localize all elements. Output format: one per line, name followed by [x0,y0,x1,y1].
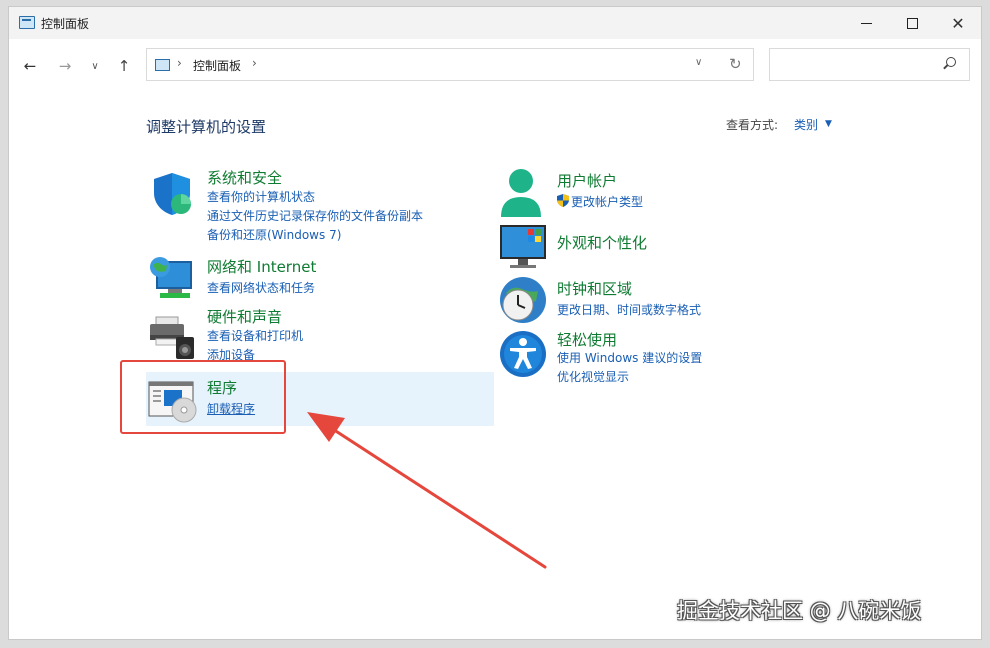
breadcrumb-chevron-icon[interactable]: › [177,56,182,70]
link-devices-printers[interactable]: 查看设备和打印机 [207,327,303,344]
minimize-button[interactable] [843,7,889,39]
arrow-right-icon: → [58,57,72,75]
category-ease-of-access[interactable]: 轻松使用 [557,329,617,350]
link-file-history-backup[interactable]: 通过文件历史记录保存你的文件备份副本 [207,207,423,224]
arrow-left-icon: ← [23,57,37,75]
search-input[interactable] [769,48,970,81]
category-user-accounts[interactable]: 用户帐户 [557,170,617,191]
breadcrumb-control-panel[interactable]: 控制面板 [193,57,241,74]
link-optimize-visual[interactable]: 优化视觉显示 [557,368,629,385]
category-network-internet[interactable]: 网络和 Internet [207,256,316,277]
address-dropdown-icon[interactable]: ∨ [695,57,702,68]
close-icon: ✕ [951,13,965,33]
accessibility-icon[interactable] [498,329,548,379]
uac-shield-icon [557,194,569,207]
search-icon [946,57,956,67]
link-recommended-settings[interactable]: 使用 Windows 建议的设置 [557,349,702,366]
refresh-icon[interactable]: ↻ [729,55,742,73]
maximize-button[interactable] [889,7,935,39]
breadcrumb-chevron-icon[interactable]: › [252,56,257,70]
link-network-status[interactable]: 查看网络状态和任务 [207,279,315,296]
page-title: 调整计算机的设置 [146,118,267,136]
control-panel-window: 控制面板 ✕ ← → ∨ ↑ › 控制面板 › ∨ ↻ 调整计算机的设置 查看方… [8,6,982,640]
category-hardware-sound[interactable]: 硬件和声音 [207,306,282,327]
clock-globe-icon[interactable] [498,275,548,325]
link-change-account-type[interactable]: 更改帐户类型 [571,193,643,210]
link-backup-restore[interactable]: 备份和还原(Windows 7) [207,226,341,243]
category-clock-region[interactable]: 时钟和区域 [557,278,632,299]
arrow-up-icon: ↑ [117,57,131,75]
control-panel-small-icon [155,59,170,71]
link-change-date-time[interactable]: 更改日期、时间或数字格式 [557,301,701,318]
recent-locations-button[interactable]: ∨ [83,55,107,77]
forward-button[interactable]: → [53,55,77,77]
printer-speaker-icon[interactable] [148,315,198,359]
watermark-text: 掘金技术社区 @ 八碗米饭 [677,599,922,623]
annotation-highlight-box [120,360,286,434]
shield-icon[interactable] [149,171,195,217]
category-appearance-personalization[interactable]: 外观和个性化 [557,232,647,253]
close-button[interactable]: ✕ [935,7,981,39]
address-bar[interactable]: › 控制面板 › ∨ ↻ [146,48,754,81]
view-by-dropdown[interactable]: 类别 [794,116,818,133]
network-globe-icon[interactable] [148,253,196,301]
appearance-monitor-icon[interactable] [498,223,548,269]
link-view-computer-status[interactable]: 查看你的计算机状态 [207,188,315,205]
window-title: 控制面板 [41,17,90,31]
maximize-icon [906,17,918,29]
annotation-arrow [307,412,547,569]
user-account-icon[interactable] [498,167,544,219]
up-button[interactable]: ↑ [112,55,136,77]
title-bar: 控制面板 ✕ [9,7,981,39]
control-panel-icon [19,16,35,29]
view-by-label: 查看方式: [726,118,779,132]
chevron-down-icon: ∨ [91,60,99,72]
caret-down-icon[interactable]: ▼ [825,119,832,129]
back-button[interactable]: ← [18,55,42,77]
category-system-security[interactable]: 系统和安全 [207,167,282,188]
minimize-icon [860,22,872,24]
